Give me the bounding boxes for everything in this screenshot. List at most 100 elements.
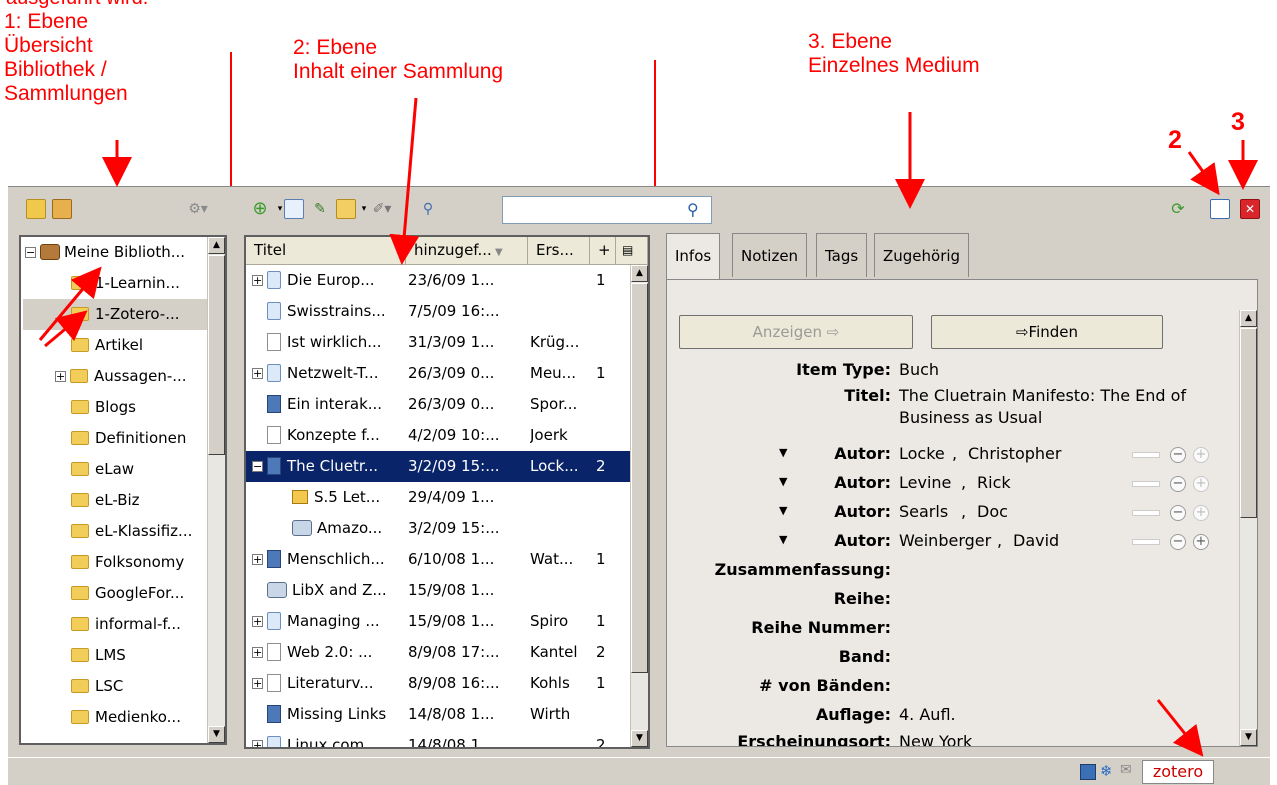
name-mode-toggle[interactable] <box>1132 452 1160 458</box>
item-row[interactable]: + Web 2.0: ... 8/9/08 17:... Kantel 2 <box>246 637 630 668</box>
creator-type-menu-icon[interactable]: ▼ <box>779 504 787 517</box>
item-row[interactable]: + Netzwelt-T... 26/3/09 0... Meu... 1 <box>246 358 630 389</box>
add-author-icon[interactable]: + <box>1193 447 1209 463</box>
collection-item[interactable]: Folksonomy <box>23 547 207 578</box>
column-date-added[interactable]: hinzugef... ▼ <box>406 237 528 265</box>
author-last-name[interactable]: Levine <box>899 473 951 492</box>
collection-item[interactable]: LSC <box>23 671 207 702</box>
author-last-name[interactable]: Searls <box>899 502 948 521</box>
remove-author-icon[interactable]: − <box>1170 505 1186 521</box>
item-row[interactable]: Amazo... 3/2/09 15:... <box>246 513 630 544</box>
splitter-grippy[interactable] <box>40 743 210 749</box>
collections-scrollbar[interactable]: ▲ ▼ <box>207 237 225 743</box>
zotero-status-icon[interactable]: zotero <box>1142 760 1214 784</box>
search-input[interactable]: ⚲ <box>502 196 712 224</box>
collection-item[interactable]: informal-f... <box>23 609 207 640</box>
collection-item[interactable]: Definitionen <box>23 423 207 454</box>
add-author-icon[interactable]: + <box>1193 534 1209 550</box>
view-button[interactable]: Anzeigen ⇨ <box>679 315 913 349</box>
tree-row-library[interactable]: − Meine Biblioth... <box>25 237 207 268</box>
title-value-line-1[interactable]: The Cluetrain Manifesto: The End of <box>899 386 1186 405</box>
creator-type-menu-icon[interactable]: ▼ <box>779 475 787 488</box>
fullscreen-icon[interactable] <box>1210 199 1230 219</box>
scroll-thumb[interactable] <box>1240 328 1257 518</box>
item-row[interactable]: + Linux.com ... 14/8/08 1... 2 <box>246 730 630 747</box>
name-mode-toggle[interactable] <box>1132 510 1160 516</box>
column-creator[interactable]: Ers... <box>528 237 590 265</box>
items-scrollbar[interactable]: ▲ ▼ <box>630 265 648 747</box>
expand-icon[interactable]: + <box>252 678 263 689</box>
column-children[interactable]: + <box>590 237 616 265</box>
collection-item[interactable]: 1-Zotero-... <box>23 299 207 330</box>
item-row[interactable]: Ein interak... 26/3/09 0... Spor... <box>246 389 630 420</box>
scroll-down-icon[interactable]: ▼ <box>631 730 648 747</box>
tab-notes[interactable]: Notizen <box>732 233 808 277</box>
collection-item[interactable]: eLaw <box>23 454 207 485</box>
expand-icon[interactable]: + <box>252 647 263 658</box>
place-value[interactable]: New York <box>899 732 972 746</box>
find-button[interactable]: ⇨Finden <box>931 315 1163 349</box>
edition-value[interactable]: 4. Aufl. <box>899 705 956 724</box>
item-row[interactable]: + Literaturv... 8/9/08 16:... Kohls 1 <box>246 668 630 699</box>
item-row[interactable]: + Die Europ... 23/6/09 1... 1 <box>246 265 630 296</box>
sync-icon[interactable]: ⟳ <box>1168 199 1188 219</box>
paperclip-icon[interactable]: ✐▾ <box>372 199 392 219</box>
collection-item[interactable]: Medienko... <box>23 702 207 733</box>
chevron-down-icon[interactable]: ▾ <box>354 199 374 219</box>
new-collection-icon[interactable] <box>26 199 46 219</box>
expand-icon[interactable]: + <box>252 554 263 565</box>
info-scrollbar[interactable]: ▲ ▼ <box>1239 310 1257 746</box>
collection-item[interactable]: GoogleFor... <box>23 578 207 609</box>
link-icon[interactable]: ✎ <box>310 199 330 219</box>
author-first-name[interactable]: Doc <box>977 502 1008 521</box>
item-row[interactable]: + Menschlich... 6/10/08 1... Wat... 1 <box>246 544 630 575</box>
name-mode-toggle[interactable] <box>1132 481 1160 487</box>
expand-icon[interactable]: + <box>252 275 263 286</box>
title-value-line-2[interactable]: Business as Usual <box>899 408 1042 427</box>
gear-icon[interactable]: ⚙▾ <box>188 199 208 219</box>
collapse-icon[interactable]: − <box>252 461 263 472</box>
creator-type-menu-icon[interactable]: ▼ <box>779 533 787 546</box>
scroll-thumb[interactable] <box>208 255 225 455</box>
collection-item[interactable]: + Aussagen-... <box>23 361 207 392</box>
expand-icon[interactable]: + <box>252 740 263 747</box>
scroll-up-icon[interactable]: ▲ <box>1240 310 1257 327</box>
new-item-icon[interactable]: ⊕ <box>250 199 270 219</box>
item-type-value[interactable]: Buch <box>899 360 939 379</box>
expand-icon[interactable]: + <box>252 616 263 627</box>
remove-author-icon[interactable]: − <box>1170 447 1186 463</box>
item-row[interactable]: + Managing ... 15/9/08 1... Spiro 1 <box>246 606 630 637</box>
collapse-icon[interactable]: − <box>25 247 36 258</box>
collection-item[interactable]: LMS <box>23 640 207 671</box>
expand-icon[interactable]: + <box>55 371 66 382</box>
collection-item[interactable]: Blogs <box>23 392 207 423</box>
collection-item[interactable]: eL-Biz <box>23 485 207 516</box>
expand-icon[interactable]: + <box>252 368 263 379</box>
author-last-name[interactable]: Locke <box>899 444 945 463</box>
remove-author-icon[interactable]: − <box>1170 534 1186 550</box>
creator-type-menu-icon[interactable]: ▼ <box>779 446 787 459</box>
scroll-down-icon[interactable]: ▼ <box>208 726 225 743</box>
new-group-icon[interactable] <box>52 199 72 219</box>
scroll-up-icon[interactable]: ▲ <box>208 237 225 254</box>
snowflake-icon[interactable]: ❄ <box>1100 762 1113 780</box>
name-mode-toggle[interactable] <box>1132 539 1160 545</box>
add-author-icon[interactable]: + <box>1193 476 1209 492</box>
author-first-name[interactable]: Rick <box>977 473 1011 492</box>
collection-item[interactable]: 1-Learnin... <box>23 268 207 299</box>
scroll-up-icon[interactable]: ▲ <box>631 265 648 282</box>
mail-icon[interactable]: ✉ <box>1120 762 1132 778</box>
item-row[interactable]: S.5 Let... 29/4/09 1... <box>246 482 630 513</box>
item-row[interactable]: Swisstrains... 7/5/09 16:... <box>246 296 630 327</box>
item-row[interactable]: LibX and Z... 15/9/08 1... <box>246 575 630 606</box>
scroll-thumb[interactable] <box>631 283 648 673</box>
layout-icon[interactable] <box>1080 764 1096 780</box>
item-row[interactable]: Missing Links 14/8/08 1... Wirth <box>246 699 630 730</box>
column-picker-icon[interactable]: ▤ <box>616 237 648 265</box>
advanced-search-icon[interactable]: ⚲ <box>418 199 438 219</box>
item-row[interactable]: − The Cluetr... 3/2/09 15:... Lock... 2 <box>246 451 630 482</box>
scroll-down-icon[interactable]: ▼ <box>1240 729 1257 746</box>
add-author-icon[interactable]: + <box>1193 505 1209 521</box>
tab-info[interactable]: Infos <box>666 233 721 280</box>
tab-tags[interactable]: Tags <box>816 233 868 277</box>
